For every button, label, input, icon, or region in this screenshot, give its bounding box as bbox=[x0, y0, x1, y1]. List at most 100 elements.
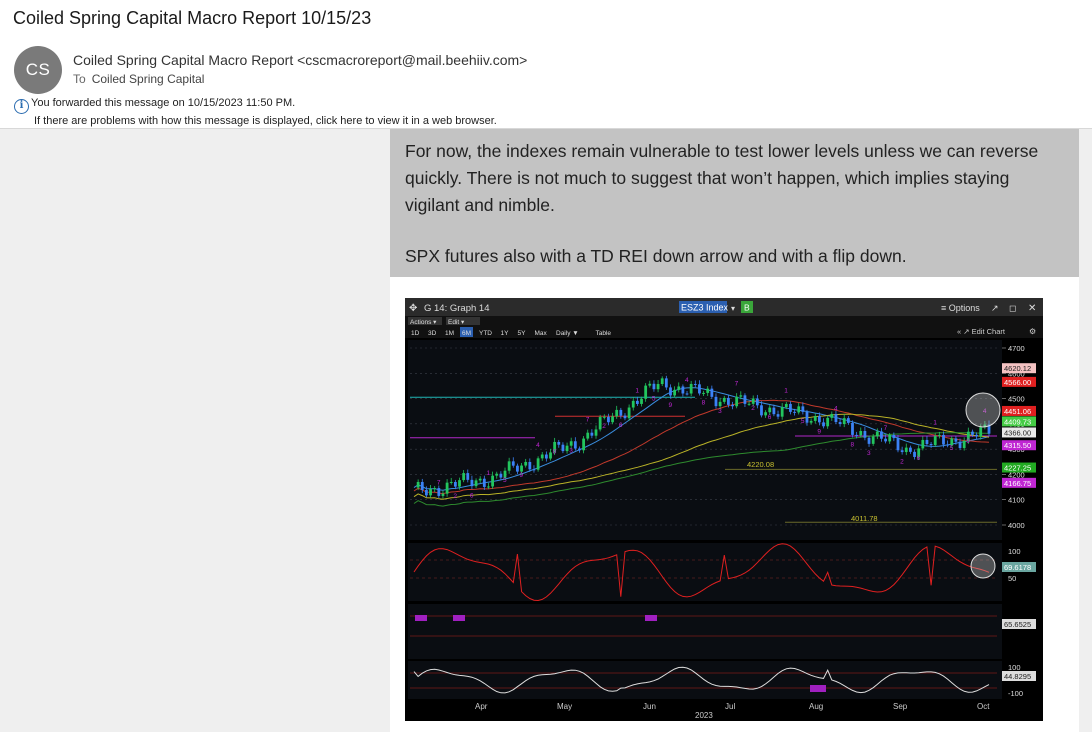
candle-body bbox=[851, 422, 854, 435]
menu-item[interactable]: Actions ▾ bbox=[410, 319, 437, 326]
td-count-marker: 4 bbox=[536, 442, 540, 449]
candle-body bbox=[946, 444, 950, 446]
candle-body bbox=[511, 461, 515, 466]
td-count-marker: 6 bbox=[917, 455, 921, 462]
candle-body bbox=[830, 414, 834, 418]
info-icon: i bbox=[14, 98, 29, 114]
email-subject: Coiled Spring Capital Macro Report 10/15… bbox=[13, 8, 372, 28]
candle-body bbox=[598, 416, 602, 430]
options-menu[interactable]: ≡ Options bbox=[941, 303, 980, 313]
candle-body bbox=[714, 396, 718, 407]
td-count-marker: 7 bbox=[735, 380, 739, 387]
svg-text:100: 100 bbox=[1008, 663, 1021, 672]
candle-body bbox=[764, 412, 768, 416]
ticker-field[interactable]: ESZ3 Index bbox=[681, 303, 729, 313]
candle-body bbox=[871, 436, 875, 444]
candle-body bbox=[491, 475, 494, 487]
price-tick: 4500 bbox=[1008, 395, 1025, 404]
popout-icon: ↗ bbox=[991, 303, 999, 313]
td-count-marker: 6 bbox=[470, 493, 474, 500]
td-count-marker: 8 bbox=[702, 399, 706, 406]
td-count-marker: 8 bbox=[553, 448, 557, 455]
menu-item[interactable]: Edit ▾ bbox=[448, 319, 465, 326]
level-annotation: 4011.78 bbox=[851, 514, 878, 523]
candle-body bbox=[524, 461, 528, 466]
candle-body bbox=[731, 404, 734, 407]
candle-body bbox=[797, 406, 801, 413]
candle-body bbox=[640, 398, 643, 404]
period-button[interactable]: 3D bbox=[428, 330, 437, 337]
period-button[interactable]: 1D bbox=[411, 330, 420, 337]
period-button[interactable]: 6M bbox=[462, 330, 471, 337]
period-button[interactable]: 1M bbox=[445, 330, 454, 337]
td-count-marker: 7 bbox=[437, 480, 441, 487]
highlight-circle-main bbox=[965, 392, 1001, 428]
candle-body bbox=[780, 407, 784, 417]
td-count-marker: 5 bbox=[503, 477, 507, 484]
td-count-marker: 7 bbox=[884, 425, 888, 432]
candle-body bbox=[516, 465, 519, 472]
period-button[interactable]: Daily ▼ bbox=[556, 330, 579, 337]
period-button[interactable]: 5Y bbox=[518, 330, 527, 337]
candle-body bbox=[751, 398, 755, 404]
candle-body bbox=[793, 411, 796, 413]
candle-body bbox=[420, 481, 424, 490]
body-paragraph-1: For now, the indexes remain vulnerable t… bbox=[405, 141, 1039, 215]
candle-body bbox=[962, 440, 966, 449]
candle-body bbox=[528, 461, 532, 470]
candle-body bbox=[520, 465, 523, 472]
candle-body bbox=[979, 427, 983, 437]
td-count-marker: 2 bbox=[602, 423, 606, 430]
candle-body bbox=[437, 488, 441, 496]
candle-body bbox=[925, 439, 929, 444]
candle-body bbox=[747, 403, 751, 405]
close-icon: ✕ bbox=[1028, 303, 1036, 314]
month-tick: Jul bbox=[725, 702, 735, 711]
candle-body bbox=[565, 445, 569, 452]
info-bar[interactable]: i You forwarded this message on 10/15/202… bbox=[14, 96, 497, 128]
edit-chart-button[interactable]: « ↗ Edit Chart bbox=[957, 327, 1006, 336]
candle-body bbox=[673, 389, 677, 396]
candle-body bbox=[937, 434, 941, 436]
td-count-marker: 8 bbox=[850, 441, 854, 448]
candle-body bbox=[768, 407, 772, 413]
candle-body bbox=[590, 432, 594, 436]
month-tick: Jun bbox=[643, 702, 656, 711]
sender-name[interactable]: Coiled Spring Capital Macro Report <cscm… bbox=[73, 52, 527, 68]
candle-body bbox=[743, 395, 747, 404]
candle-body bbox=[722, 397, 726, 402]
candle-body bbox=[549, 452, 552, 459]
period-button[interactable]: Max bbox=[535, 330, 548, 337]
candle-body bbox=[702, 392, 705, 394]
candle-body bbox=[449, 481, 453, 483]
candle-body bbox=[656, 384, 660, 390]
period-button[interactable]: 1Y bbox=[501, 330, 510, 337]
candle-body bbox=[685, 393, 689, 395]
candle-body bbox=[855, 434, 859, 436]
price-label: 4166.75 bbox=[1004, 479, 1031, 488]
candle-body bbox=[900, 450, 904, 453]
candle-body bbox=[635, 400, 639, 404]
move-icon: ✥ bbox=[409, 303, 417, 314]
candle-body bbox=[971, 431, 974, 435]
candle-body bbox=[458, 480, 461, 487]
candle-body bbox=[718, 401, 722, 407]
candle-body bbox=[813, 416, 817, 421]
candle-body bbox=[544, 454, 548, 459]
display-notice[interactable]: If there are problems with how this mess… bbox=[14, 114, 497, 128]
candle-body bbox=[561, 444, 565, 452]
candle-body bbox=[573, 441, 577, 449]
candle-body bbox=[875, 431, 879, 437]
candle-body bbox=[801, 406, 805, 412]
recipient-name[interactable]: Coiled Spring Capital bbox=[92, 72, 205, 86]
avatar[interactable]: CS bbox=[14, 46, 62, 94]
bloomberg-chart: ✥ G 14: Graph 14 ESZ3 Index ▾ B ≡ Option… bbox=[405, 298, 1043, 721]
candle-body bbox=[623, 415, 627, 419]
td-count-marker: 1 bbox=[635, 388, 639, 395]
td-count-marker: 9 bbox=[966, 438, 970, 445]
period-button[interactable]: Table bbox=[596, 330, 612, 337]
osc1-value: 69.6178 bbox=[1004, 563, 1031, 572]
td-count-marker: 2 bbox=[900, 458, 904, 465]
candle-body bbox=[478, 478, 482, 481]
period-button[interactable]: YTD bbox=[479, 330, 492, 337]
